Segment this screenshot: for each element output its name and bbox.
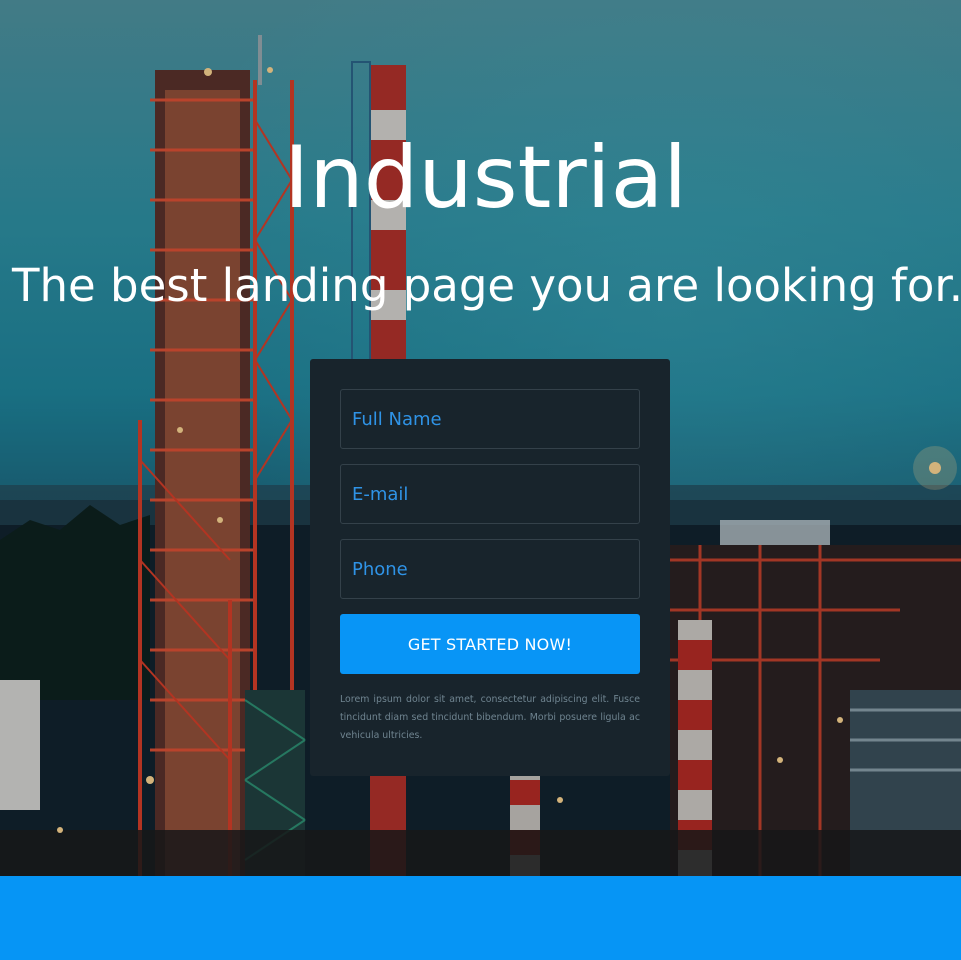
form-disclaimer: Lorem ipsum dolor sit amet, consectetur … — [340, 694, 640, 741]
hero-subtitle: The best landing page you are looking fo… — [12, 259, 961, 312]
hero-section: Industrial The best landing page you are… — [0, 0, 961, 876]
full-name-input[interactable] — [340, 389, 640, 449]
bottom-band — [0, 876, 961, 960]
email-input[interactable] — [340, 464, 640, 524]
phone-input[interactable] — [340, 539, 640, 599]
hero-title: Industrial — [283, 128, 688, 228]
get-started-button[interactable]: GET STARTED NOW! — [340, 614, 640, 674]
signup-form: GET STARTED NOW! Lorem ipsum dolor sit a… — [310, 359, 670, 776]
